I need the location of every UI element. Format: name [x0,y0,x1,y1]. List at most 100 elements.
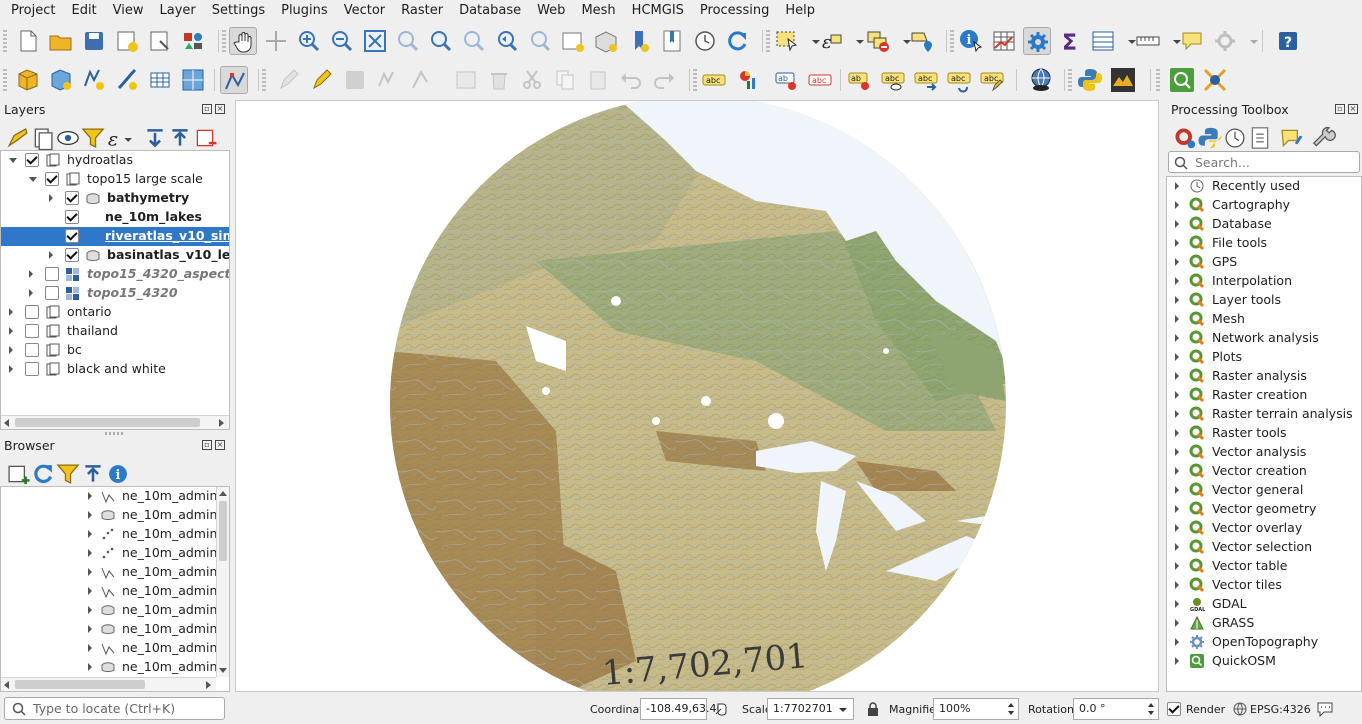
new-print-layout-button[interactable] [113,27,141,55]
field-calc-dropdown-icon[interactable] [1118,27,1136,55]
menu-mesh[interactable]: Mesh [573,0,623,22]
layer-row[interactable]: thailand [1,322,229,341]
processing-provider-item[interactable]: Plots [1167,348,1361,367]
layer-row[interactable]: ontario [1,303,229,322]
rotate-label-button[interactable]: abc [945,66,973,94]
deselect-button[interactable] [864,27,892,55]
identify-features-button[interactable]: i [957,27,985,55]
show-unplaced-labels-button[interactable]: abc [806,66,834,94]
layer-row[interactable]: bc [1,341,229,360]
pan-map-button[interactable] [229,27,257,55]
layer-visibility-checkbox[interactable] [65,229,79,243]
close-panel-icon[interactable]: × [1348,104,1358,114]
expand-arrow-icon[interactable] [49,194,53,202]
magnifier-field[interactable]: 100% [933,698,1019,720]
expand-arrow-icon[interactable] [9,346,13,354]
layer-row[interactable]: basinatlas_v10_lev06 [1,246,229,265]
edit-pencil-button[interactable] [275,66,303,94]
measure-dropdown-icon[interactable] [1163,27,1181,55]
crs-globe-icon[interactable] [1233,702,1247,716]
messages-icon[interactable] [1316,701,1334,717]
expand-arrow-icon[interactable] [1175,524,1179,532]
web-plugin-button[interactable] [1027,66,1055,94]
help-button[interactable]: ? [1274,27,1302,55]
processing-provider-item[interactable]: Raster creation [1167,386,1361,405]
expand-arrow-icon[interactable] [1175,334,1179,342]
delete-selected-button[interactable] [485,66,513,94]
toolbar-grip[interactable] [1156,69,1160,91]
processing-provider-item[interactable]: Vector table [1167,557,1361,576]
menu-layer[interactable]: Layer [152,0,204,22]
data-source-manager-button[interactable] [14,66,42,94]
menu-view[interactable]: View [105,0,152,22]
save-edits-button[interactable] [341,66,369,94]
expand-arrow-icon[interactable] [1175,619,1179,627]
change-label-button[interactable]: abc [978,66,1006,94]
toolbar-grip[interactable] [3,30,7,52]
expand-arrow-icon[interactable] [9,365,13,373]
layer-row[interactable]: bathymetry [1,189,229,208]
expand-arrow-icon[interactable] [1175,638,1179,646]
processing-provider-item[interactable]: Interpolation [1167,272,1361,291]
expand-arrow-icon[interactable] [9,308,13,316]
menu-settings[interactable]: Settings [204,0,273,22]
toolbar-grip[interactable] [766,30,770,52]
zoom-to-layer-button[interactable] [427,27,455,55]
settings-gear-button[interactable] [1211,27,1239,55]
properties-info-icon[interactable]: i [104,460,127,483]
field-calculator-button[interactable] [1089,27,1117,55]
new-map-view-button[interactable] [559,27,587,55]
lock-scale-icon[interactable] [866,701,880,717]
browser-item[interactable]: ne_10m_admin_ [1,639,224,658]
gear-dropdown-icon[interactable] [1240,27,1258,55]
layer-visibility-checkbox[interactable] [25,362,39,376]
new-geopackage-layer-button[interactable] [47,66,75,94]
select-features-button[interactable] [773,27,801,55]
temporal-controller-button[interactable] [691,27,719,55]
new-shapefile-layer-button[interactable] [80,66,108,94]
expand-arrow-icon[interactable] [88,663,92,671]
toolbar-grip[interactable] [1068,69,1072,91]
menu-project[interactable]: Project [3,0,63,22]
layer-visibility-checkbox[interactable] [65,210,79,224]
paste-features-button[interactable] [584,66,612,94]
show-hide-labels-button[interactable]: abc [879,66,907,94]
close-panel-icon[interactable]: × [215,104,225,114]
layer-row[interactable]: riveratlas_v10_simple [1,227,229,246]
vertex-tool-button[interactable] [220,66,248,94]
processing-provider-item[interactable]: Vector selection [1167,538,1361,557]
expand-arrow-icon[interactable] [1175,467,1179,475]
float-panel-icon[interactable]: ▫ [202,104,212,114]
add-group-icon[interactable] [29,124,53,151]
modify-attributes-button[interactable] [452,66,480,94]
layer-row[interactable]: topo15_4320_aspect [1,265,229,284]
cut-features-button[interactable] [518,66,546,94]
history-clock-icon[interactable] [1221,124,1245,148]
processing-provider-item[interactable]: Vector geometry [1167,500,1361,519]
zoom-native-button[interactable] [460,27,488,55]
browser-item[interactable]: ne_10m_admin_ [1,525,224,544]
menu-processing[interactable]: Processing [692,0,777,22]
toolbar-grip[interactable] [693,69,697,91]
processing-provider-item[interactable]: Layer tools [1167,291,1361,310]
hcmgis-button[interactable] [1201,66,1229,94]
browser-item[interactable]: ne_10m_admin_ [1,544,224,563]
edit-features-in-place-icon[interactable] [1277,124,1303,148]
zoom-full-button[interactable] [361,27,389,55]
layer-visibility-checkbox[interactable] [45,267,59,281]
expand-arrow-icon[interactable] [1175,429,1179,437]
layer-row[interactable]: black and white [1,360,229,379]
expand-arrow-icon[interactable] [88,530,92,538]
toolbar-grip[interactable] [950,30,954,52]
layer-visibility-checkbox[interactable] [25,343,39,357]
expand-arrow-icon[interactable] [88,625,92,633]
processing-provider-item[interactable]: Raster terrain analysis [1167,405,1361,424]
toolbar-grip[interactable] [3,69,7,91]
close-panel-icon[interactable]: × [215,440,225,450]
new-spatialite-layer-button[interactable] [113,66,141,94]
digitize-tool-button[interactable] [407,66,435,94]
expand-arrow-icon[interactable] [88,511,92,519]
expand-arrow-icon[interactable] [1175,448,1179,456]
expand-arrow-icon[interactable] [1175,391,1179,399]
expand-arrow-icon[interactable] [1175,277,1179,285]
